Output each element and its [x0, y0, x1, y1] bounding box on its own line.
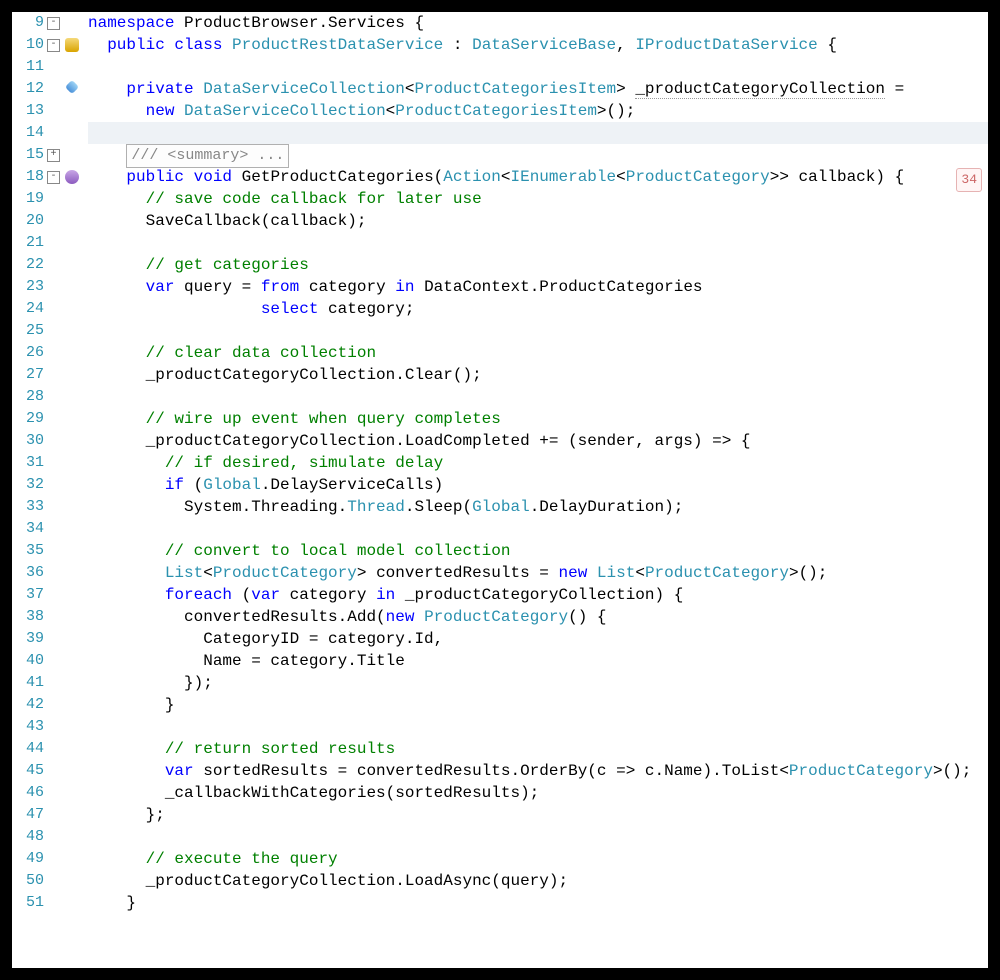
- code-line[interactable]: [88, 56, 988, 78]
- line-number: 22: [12, 254, 46, 276]
- code-line[interactable]: // clear data collection: [88, 342, 988, 364]
- line-number: 30: [12, 430, 46, 452]
- code-line[interactable]: new DataServiceCollection<ProductCategor…: [88, 100, 988, 122]
- line-number: 13: [12, 100, 46, 122]
- code-line[interactable]: // convert to local model collection: [88, 540, 988, 562]
- code-line[interactable]: CategoryID = category.Id,: [88, 628, 988, 650]
- code-line[interactable]: });: [88, 672, 988, 694]
- code-line[interactable]: SaveCallback(callback);: [88, 210, 988, 232]
- line-number: 18: [12, 166, 46, 188]
- code-line[interactable]: }: [88, 694, 988, 716]
- line-number: 10: [12, 34, 46, 56]
- code-area[interactable]: namespace ProductBrowser.Services { publ…: [88, 12, 988, 968]
- line-number: 35: [12, 540, 46, 562]
- line-number-gutter: 9101112131415181920212223242526272829303…: [12, 12, 46, 968]
- code-line[interactable]: [88, 716, 988, 738]
- code-editor[interactable]: 9101112131415181920212223242526272829303…: [12, 12, 988, 968]
- line-number: 40: [12, 650, 46, 672]
- line-number: 46: [12, 782, 46, 804]
- code-line[interactable]: Name = category.Title: [88, 650, 988, 672]
- line-number: 29: [12, 408, 46, 430]
- code-line[interactable]: convertedResults.Add(new ProductCategory…: [88, 606, 988, 628]
- code-line[interactable]: // execute the query: [88, 848, 988, 870]
- code-line[interactable]: List<ProductCategory> convertedResults =…: [88, 562, 988, 584]
- line-number: 34: [12, 518, 46, 540]
- fold-toggle[interactable]: +: [47, 149, 60, 162]
- code-line[interactable]: [88, 122, 988, 144]
- code-line[interactable]: // return sorted results: [88, 738, 988, 760]
- line-number: 24: [12, 298, 46, 320]
- line-number: 49: [12, 848, 46, 870]
- line-number: 45: [12, 760, 46, 782]
- fold-toggle[interactable]: -: [47, 39, 60, 52]
- line-number: 50: [12, 870, 46, 892]
- line-number: 37: [12, 584, 46, 606]
- code-line[interactable]: [88, 320, 988, 342]
- code-line[interactable]: [88, 386, 988, 408]
- code-line[interactable]: // wire up event when query completes: [88, 408, 988, 430]
- code-line[interactable]: System.Threading.Thread.Sleep(Global.Del…: [88, 496, 988, 518]
- line-number: 19: [12, 188, 46, 210]
- line-number: 20: [12, 210, 46, 232]
- code-line[interactable]: if (Global.DelayServiceCalls): [88, 474, 988, 496]
- code-line[interactable]: };: [88, 804, 988, 826]
- code-line[interactable]: // if desired, simulate delay: [88, 452, 988, 474]
- code-line[interactable]: // get categories: [88, 254, 988, 276]
- line-number: 32: [12, 474, 46, 496]
- code-line[interactable]: var sortedResults = convertedResults.Ord…: [88, 760, 988, 782]
- struct-glyph-icon: [65, 38, 79, 52]
- line-number: 39: [12, 628, 46, 650]
- fold-toggle[interactable]: -: [47, 17, 60, 30]
- line-number: 44: [12, 738, 46, 760]
- fold-column: - - + -: [46, 12, 62, 968]
- line-number: 9: [12, 12, 46, 34]
- code-line[interactable]: [88, 518, 988, 540]
- collapsed-summary[interactable]: /// <summary> ...: [126, 144, 289, 168]
- code-line[interactable]: _productCategoryCollection.LoadCompleted…: [88, 430, 988, 452]
- code-line[interactable]: foreach (var category in _productCategor…: [88, 584, 988, 606]
- glyph-margin: [62, 12, 86, 968]
- line-number: 47: [12, 804, 46, 826]
- line-number: 15: [12, 144, 46, 166]
- line-number: 11: [12, 56, 46, 78]
- line-number: 43: [12, 716, 46, 738]
- code-line[interactable]: _productCategoryCollection.Clear();: [88, 364, 988, 386]
- line-number: 33: [12, 496, 46, 518]
- code-line[interactable]: }: [88, 892, 988, 914]
- code-line[interactable]: select category;: [88, 298, 988, 320]
- code-line[interactable]: _callbackWithCategories(sortedResults);: [88, 782, 988, 804]
- line-number: 38: [12, 606, 46, 628]
- code-line[interactable]: /// <summary> ...: [88, 144, 988, 166]
- line-number: 27: [12, 364, 46, 386]
- line-number: 41: [12, 672, 46, 694]
- line-number: 36: [12, 562, 46, 584]
- code-line[interactable]: // save code callback for later use: [88, 188, 988, 210]
- line-number: 51: [12, 892, 46, 914]
- code-line[interactable]: namespace ProductBrowser.Services {: [88, 12, 988, 34]
- field-glyph-icon: [65, 80, 79, 94]
- fold-toggle[interactable]: -: [47, 171, 60, 184]
- line-number: 23: [12, 276, 46, 298]
- line-number: 42: [12, 694, 46, 716]
- code-line[interactable]: _productCategoryCollection.LoadAsync(que…: [88, 870, 988, 892]
- line-number: 31: [12, 452, 46, 474]
- line-number: 26: [12, 342, 46, 364]
- code-line[interactable]: public class ProductRestDataService : Da…: [88, 34, 988, 56]
- line-number: 25: [12, 320, 46, 342]
- code-line[interactable]: [88, 232, 988, 254]
- code-line[interactable]: var query = from category in DataContext…: [88, 276, 988, 298]
- code-line[interactable]: private DataServiceCollection<ProductCat…: [88, 78, 988, 100]
- line-number: 28: [12, 386, 46, 408]
- line-number: 14: [12, 122, 46, 144]
- meth-glyph-icon: [65, 170, 79, 184]
- code-line[interactable]: public void GetProductCategories(Action<…: [88, 166, 988, 188]
- code-line[interactable]: [88, 826, 988, 848]
- line-number: 21: [12, 232, 46, 254]
- line-number: 48: [12, 826, 46, 848]
- line-number: 12: [12, 78, 46, 100]
